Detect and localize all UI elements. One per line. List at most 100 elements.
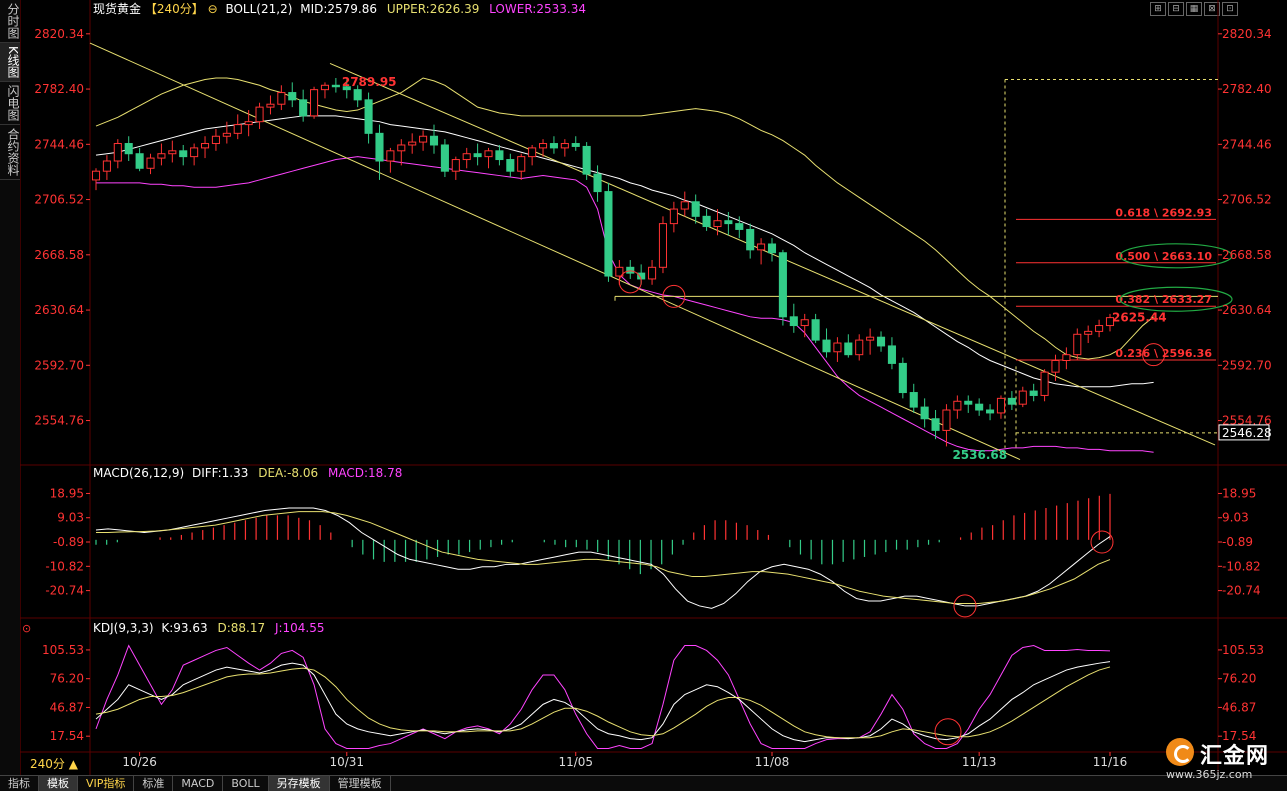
bottom-tab-0[interactable]: 指标: [0, 776, 39, 791]
candle-body-21: [320, 84, 330, 91]
candle-body-84: [1007, 397, 1016, 405]
macd-panel: [95, 493, 1114, 618]
candle-body-17: [277, 92, 286, 105]
bottom-tab-3[interactable]: 标准: [134, 776, 174, 791]
period-toggle-icon: ⊖: [208, 2, 218, 16]
candle-body-33: [451, 159, 460, 172]
macd-header: MACD(26,12,9) DIFF:1.33 DEA:-8.06 MACD:1…: [93, 466, 402, 480]
macd-tick-label-right-3: -10.82: [1222, 559, 1261, 573]
boll-upper: UPPER:2626.39: [387, 2, 479, 16]
kdj-tick-label-right-1: 76.20: [1222, 672, 1256, 686]
price-tick-label-left-2: 2744.46: [34, 137, 84, 151]
macd-tick-label-right-2: -0.89: [1222, 535, 1253, 549]
candle-body-51: [648, 266, 657, 280]
candle-body-5: [146, 157, 155, 169]
kdj-panel: [95, 644, 1111, 749]
x-label-1: 10/31: [329, 755, 364, 769]
macd-tick-label-left-2: -0.89: [53, 535, 84, 549]
candle-body-68: [833, 342, 842, 353]
candle-body-73: [887, 345, 896, 364]
candle-body-37: [495, 150, 504, 161]
candle-body-9: [190, 147, 199, 158]
candle-body-4: [135, 153, 144, 169]
candle-body-71: [866, 336, 875, 341]
x-label-2: 11/05: [558, 755, 593, 769]
boll-mid: MID:2579.86: [300, 2, 377, 16]
candle-body-0: [91, 170, 101, 181]
macd-tick-label-left-4: -20.74: [45, 584, 84, 598]
candle-body-75: [909, 392, 918, 408]
high-price-label: 2789.95: [342, 75, 397, 89]
kdj-j: J:104.55: [274, 621, 325, 635]
kdj-header: KDJ(9,3,3) K:93.63 D:88.17 J:104.55: [93, 621, 325, 635]
candle-body-13: [233, 124, 242, 134]
fib-label-1: 0.500 \ 2663.10: [1115, 250, 1212, 263]
trend-line-lower: [89, 42, 1021, 460]
chart-canvas: 0.618 \ 2692.93 0.500 \ 2663.10 0.382 \ 26…: [20, 0, 1287, 775]
bottom-tab-4[interactable]: MACD: [173, 776, 224, 791]
macd-tick-label-left-0: 18.95: [50, 486, 84, 500]
candle-body-46: [593, 173, 602, 193]
x-label-5: 11/16: [1093, 755, 1128, 769]
kdj-k: K:93.63: [161, 621, 207, 635]
candle-body-7: [168, 150, 177, 155]
fib-label-2: 0.382 \ 2633.27: [1115, 293, 1212, 306]
candle-body-69: [844, 342, 853, 356]
candle-body-34: [462, 153, 471, 161]
kdj-d-line: [95, 666, 1111, 739]
candle-body-3: [124, 143, 133, 155]
low-price-label: 2536.68: [952, 448, 1007, 462]
price-header: 现货黄金 【240分】 ⊖ BOLL(21,2) MID:2579.86 UPP…: [93, 1, 586, 16]
candle-body-70: [855, 339, 864, 356]
bottom-tab-1[interactable]: 模板: [39, 776, 78, 791]
candle-body-44: [571, 143, 580, 147]
candle-body-56: [702, 215, 711, 228]
candle-body-61: [757, 243, 766, 251]
candle-body-16: [266, 103, 275, 108]
candle-body-59: [735, 223, 744, 230]
kdj-tick-label-right-2: 46.87: [1222, 700, 1256, 714]
boll-label: BOLL(21,2): [225, 2, 292, 16]
instrument-label: 现货黄金: [93, 1, 141, 16]
candle-body-72: [876, 336, 886, 347]
candle-body-92: [1095, 325, 1104, 332]
candle-body-67: [822, 339, 831, 353]
candle-body-10: [200, 143, 210, 149]
candle-body-53: [669, 208, 678, 225]
candle-body-2: [113, 143, 122, 162]
candle-body-15: [255, 106, 264, 123]
candle-body-88: [1051, 359, 1060, 373]
boll-lower: LOWER:2533.34: [489, 2, 586, 16]
candle-body-47: [604, 191, 613, 277]
bottom-tab-7[interactable]: 管理模板: [330, 776, 391, 791]
macd-diff-line: [95, 507, 1111, 609]
candle-body-91: [1084, 330, 1093, 335]
candle-body-66: [811, 319, 820, 341]
macd-tick-label-right-1: 9.03: [1222, 511, 1249, 525]
candle-body-77: [931, 418, 940, 431]
macd-tick-label-left-1: 9.03: [57, 511, 84, 525]
candle-body-86: [1029, 390, 1038, 396]
price-tick-label-left-6: 2592.70: [34, 358, 84, 372]
price-tick-label-right-6: 2592.70: [1222, 358, 1272, 372]
candle-body-11: [211, 135, 220, 145]
candle-body-45: [582, 145, 591, 175]
candle-body-80: [964, 400, 973, 405]
macd-tick-label-left-3: -10.82: [45, 559, 84, 573]
bottom-tab-2[interactable]: VIP指标: [78, 776, 135, 791]
candle-body-89: [1062, 354, 1071, 361]
candle-body-74: [898, 362, 907, 394]
kdj-icon: ⊙: [22, 622, 31, 635]
candle-body-63: [778, 252, 787, 318]
price-tick-label-left-1: 2782.40: [34, 82, 84, 96]
boll-lower-line: [96, 156, 1154, 453]
candle-body-19: [299, 99, 308, 117]
bottom-tab-6[interactable]: 另存模板: [268, 776, 330, 791]
price-tick-label-right-0: 2820.34: [1222, 27, 1272, 41]
candle-body-39: [517, 156, 526, 172]
kdj-tick-label-left-3: 17.54: [50, 729, 84, 743]
bottom-tab-5[interactable]: BOLL: [223, 776, 269, 791]
kdj-tick-label-left-1: 76.20: [50, 672, 84, 686]
macd-value: MACD:18.78: [328, 466, 402, 480]
price-tick-label-left-4: 2668.58: [34, 248, 84, 262]
